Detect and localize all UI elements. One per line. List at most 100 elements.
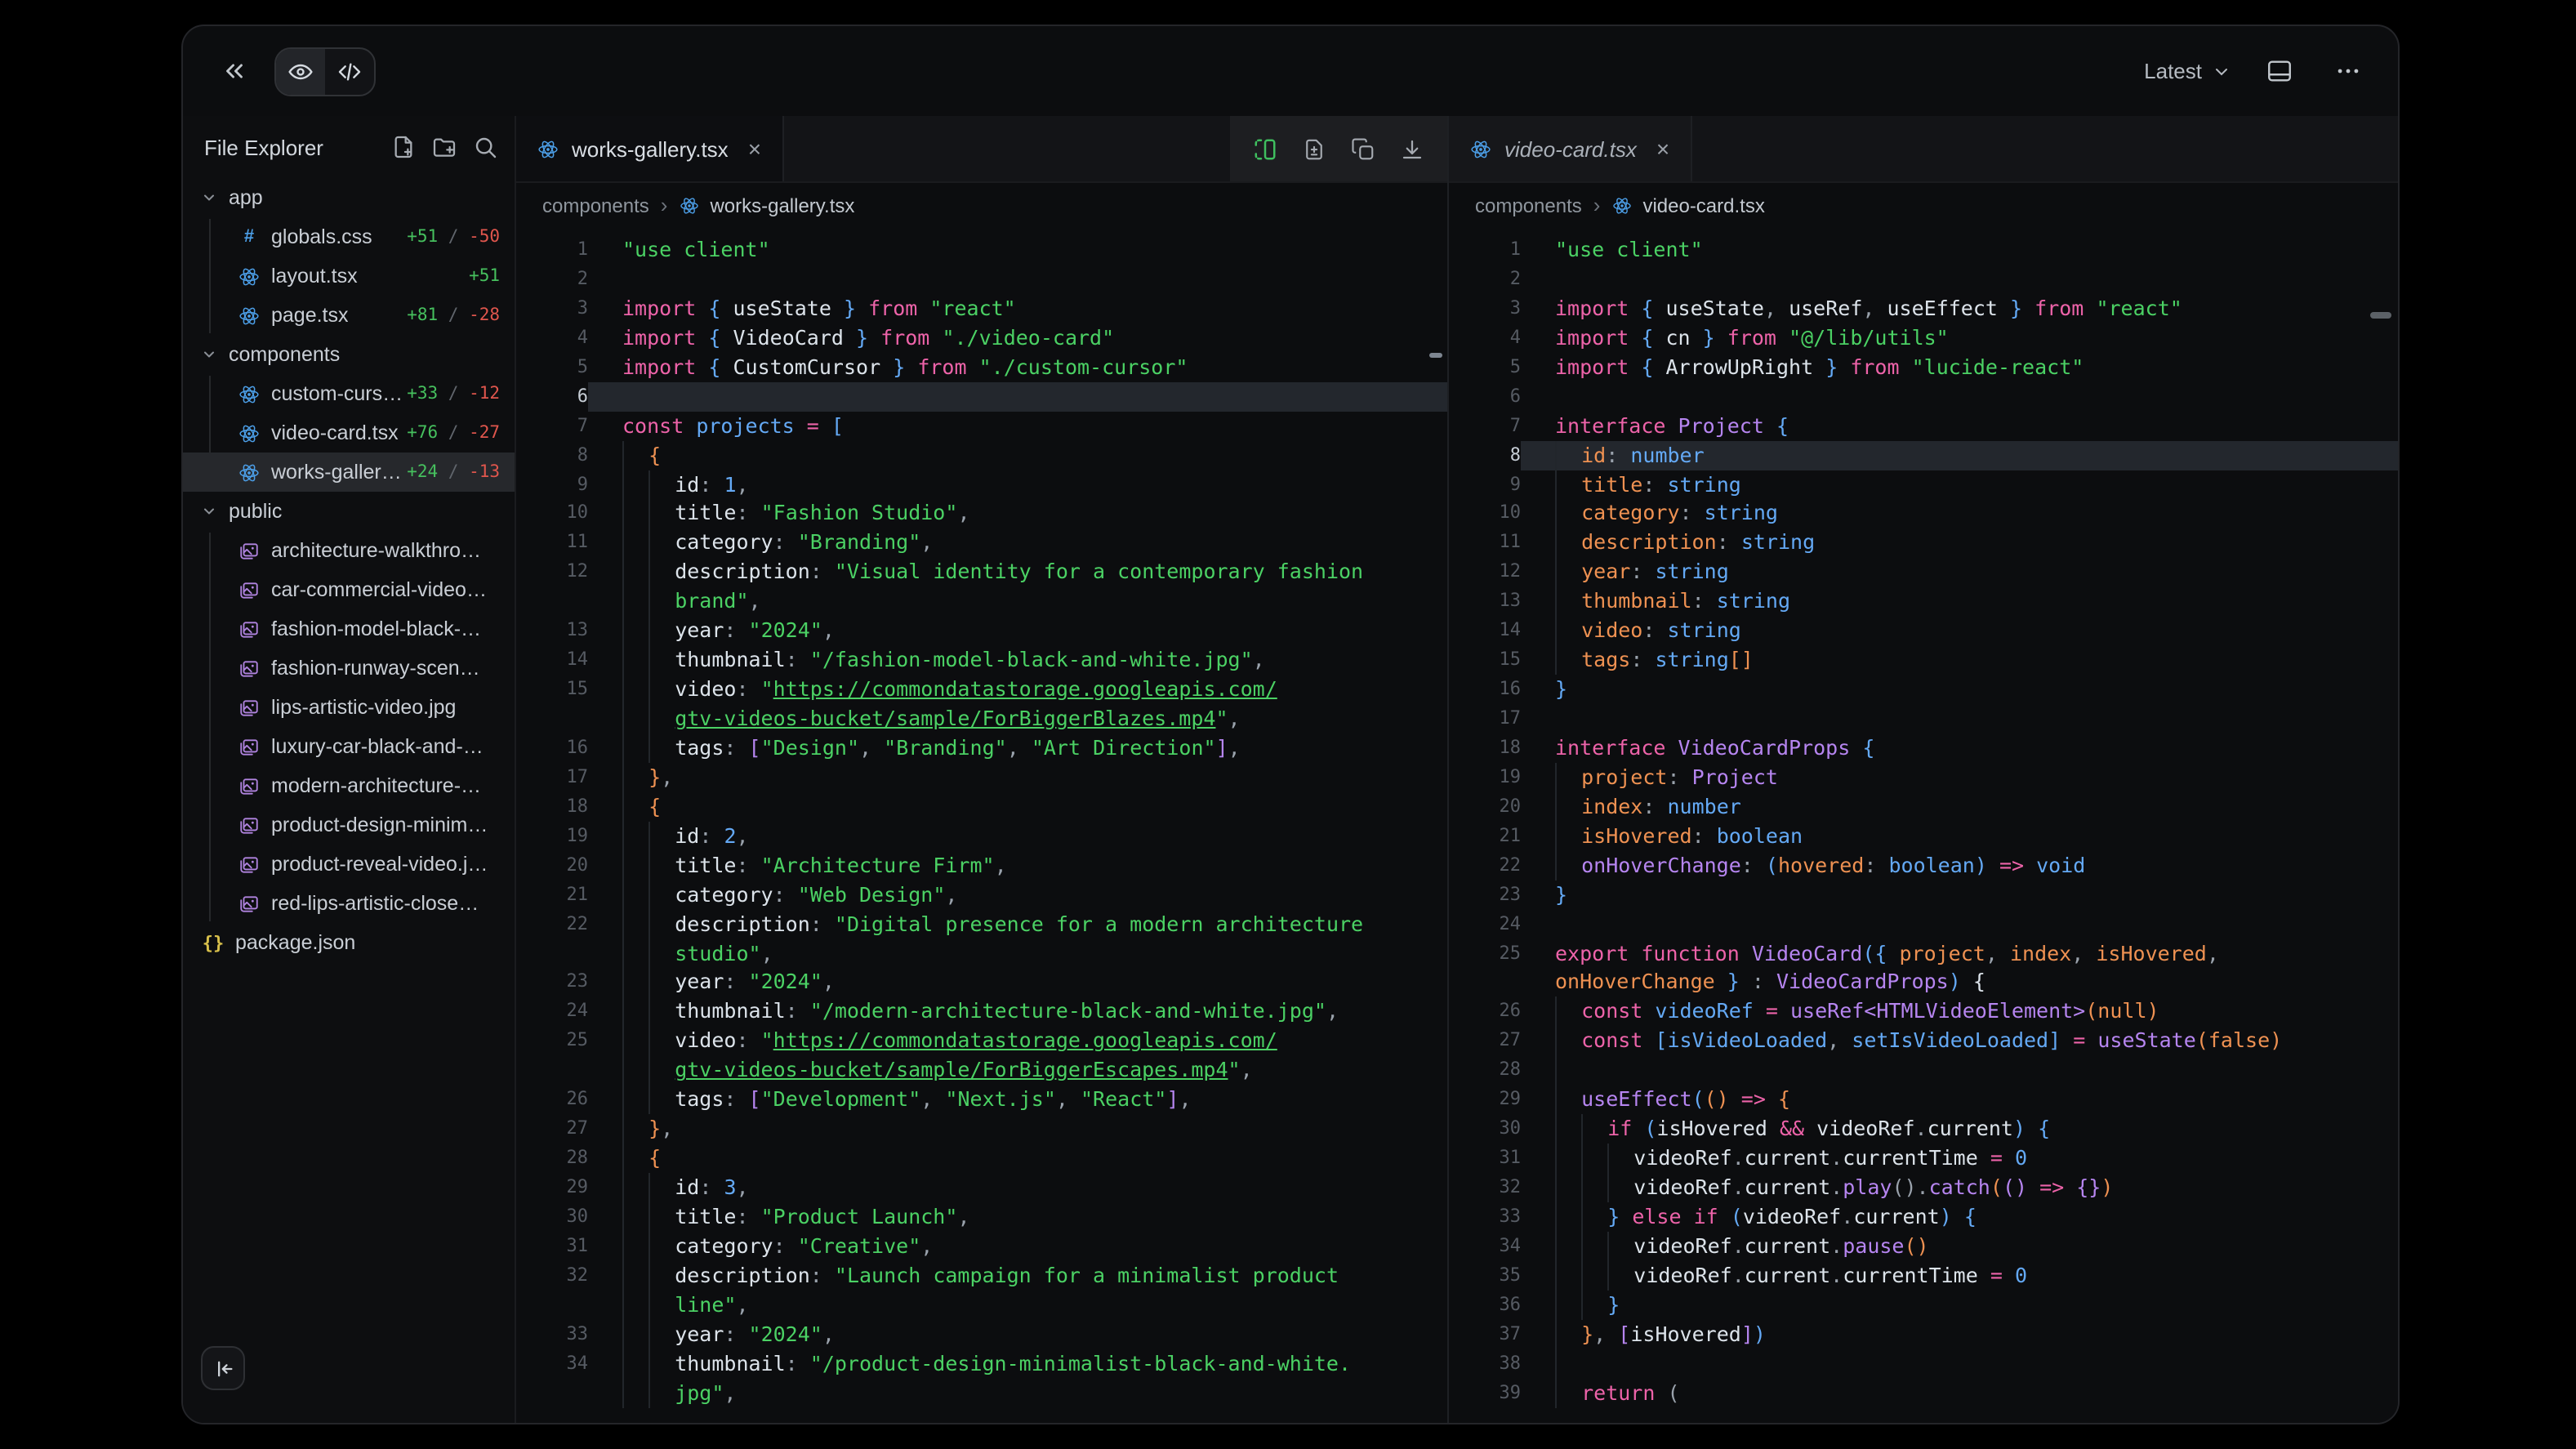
code-line[interactable]: 23} — [1449, 880, 2398, 909]
code-line[interactable]: 2 — [1449, 265, 2398, 294]
code-line[interactable]: 3import { useState, useRef, useEffect } … — [1449, 294, 2398, 323]
code-line-wrap[interactable]: gtv-videos-bucket/sample/ForBiggerEscape… — [516, 1056, 1447, 1086]
tree-folder-public[interactable]: public — [183, 492, 515, 531]
code-line[interactable]: 3import { useState } from "react" — [516, 294, 1447, 323]
code-line[interactable]: 23year: "2024", — [516, 968, 1447, 997]
close-tab-icon[interactable]: × — [1656, 136, 1669, 162]
tree-item-luxury-car-black-and--[interactable]: luxury-car-black-and-… — [183, 727, 515, 766]
code-line[interactable]: 31videoRef.current.currentTime = 0 — [1449, 1144, 2398, 1173]
tree-folder-app[interactable]: app — [183, 178, 515, 217]
code-line[interactable]: 33} else if (videoRef.current) { — [1449, 1202, 2398, 1232]
code-line[interactable]: 28{ — [516, 1144, 1447, 1173]
code-line[interactable]: 39return ( — [1449, 1378, 2398, 1407]
code-line[interactable]: 25export function VideoCard({ project, i… — [1449, 939, 2398, 968]
code-line[interactable]: 27const [isVideoLoaded, setIsVideoLoaded… — [1449, 1027, 2398, 1056]
code-line[interactable]: 13year: "2024", — [516, 616, 1447, 645]
code-line[interactable]: 7const projects = [ — [516, 411, 1447, 440]
download-icon[interactable] — [1400, 136, 1424, 161]
code-line[interactable]: 10category: string — [1449, 499, 2398, 528]
code-line[interactable]: 4import { VideoCard } from "./video-card… — [516, 323, 1447, 353]
breadcrumb-file[interactable]: video-card.tsx — [1642, 194, 1764, 216]
code-line[interactable]: 9title: string — [1449, 470, 2398, 499]
tree-item-car-commercial-video-[interactable]: car-commercial-video… — [183, 570, 515, 609]
code-line[interactable]: 14video: string — [1449, 616, 2398, 645]
code-line[interactable]: 16tags: ["Design", "Branding", "Art Dire… — [516, 733, 1447, 763]
breadcrumb-file[interactable]: works-gallery.tsx — [710, 194, 854, 216]
tree-item-video-card.tsx[interactable]: video-card.tsx+76 / -27 — [183, 413, 515, 453]
tree-item-fashion-runway-scen-[interactable]: fashion-runway-scen… — [183, 649, 515, 688]
tree-item-architecture-walkthro-[interactable]: architecture-walkthro… — [183, 531, 515, 570]
code-line[interactable]: 20index: number — [1449, 792, 2398, 822]
code-line[interactable]: 12year: string — [1449, 558, 2398, 587]
code-line[interactable]: 1"use client" — [516, 235, 1447, 265]
tree-item-layout.tsx[interactable]: layout.tsx+51 — [183, 256, 515, 296]
code-line[interactable]: 19project: Project — [1449, 763, 2398, 792]
code-line[interactable]: 27}, — [516, 1114, 1447, 1144]
code-line[interactable]: 26tags: ["Development", "Next.js", "Reac… — [516, 1085, 1447, 1114]
code-line[interactable]: 34videoRef.current.pause() — [1449, 1232, 2398, 1261]
code-line[interactable]: 18interface VideoCardProps { — [1449, 733, 2398, 763]
code-line[interactable]: 21isHovered: boolean — [1449, 822, 2398, 851]
code-line[interactable]: 22onHoverChange: (hovered: boolean) => v… — [1449, 850, 2398, 880]
code-line[interactable]: 2 — [516, 265, 1447, 294]
code-line-wrap[interactable]: onHoverChange } : VideoCardProps) { — [1449, 968, 2398, 997]
code-line[interactable]: 29useEffect(() => { — [1449, 1085, 2398, 1114]
code-line[interactable]: 29id: 3, — [516, 1173, 1447, 1202]
code-line[interactable]: 6 — [516, 381, 1447, 411]
new-file-icon[interactable] — [390, 134, 417, 160]
code-line[interactable]: 15video: "https://commondatastorage.goog… — [516, 675, 1447, 704]
file-diff-icon[interactable] — [1302, 136, 1326, 161]
breadcrumb-folder[interactable]: components — [542, 194, 649, 216]
code-line[interactable]: 7interface Project { — [1449, 411, 2398, 440]
panel-bottom-icon[interactable] — [2257, 50, 2300, 92]
tab-video-card[interactable]: video-card.tsx × — [1449, 116, 1692, 181]
tree-item-modern-architecture--[interactable]: modern-architecture-… — [183, 766, 515, 805]
tree-item-page.tsx[interactable]: page.tsx+81 / -28 — [183, 296, 515, 335]
code-line[interactable]: 14thumbnail: "/fashion-model-black-and-w… — [516, 645, 1447, 675]
tree-item-fashion-model-black--[interactable]: fashion-model-black-… — [183, 609, 515, 649]
code-line-wrap[interactable]: brand", — [516, 587, 1447, 617]
code-line[interactable]: 20title: "Architecture Firm", — [516, 850, 1447, 880]
code-line[interactable]: 15tags: string[] — [1449, 645, 2398, 675]
tree-item-package.json[interactable]: {}package.json — [183, 923, 515, 962]
code-line[interactable]: 32videoRef.current.play().catch(() => {}… — [1449, 1173, 2398, 1202]
code-line[interactable]: 17 — [1449, 704, 2398, 733]
code-line[interactable]: 11description: string — [1449, 528, 2398, 558]
code-line[interactable]: 37}, [isHovered]) — [1449, 1319, 2398, 1349]
search-icon[interactable] — [472, 134, 498, 160]
more-options-icon[interactable] — [2326, 50, 2369, 92]
tree-item-product-design-minim-[interactable]: product-design-minim… — [183, 805, 515, 845]
breadcrumb-folder[interactable]: components — [1475, 194, 1582, 216]
tree-item-product-reveal-video.j-[interactable]: product-reveal-video.j… — [183, 845, 515, 884]
code-line[interactable]: 18{ — [516, 792, 1447, 822]
tree-item-red-lips-artistic-close-[interactable]: red-lips-artistic-close… — [183, 884, 515, 923]
tree-item-lips-artistic-video.jpg[interactable]: lips-artistic-video.jpg — [183, 688, 515, 727]
code-line[interactable]: 17}, — [516, 763, 1447, 792]
code-line-wrap[interactable]: jpg", — [516, 1378, 1447, 1407]
code-line[interactable]: 22description: "Digital presence for a m… — [516, 909, 1447, 939]
new-folder-icon[interactable] — [431, 134, 457, 160]
code-line[interactable]: 9id: 1, — [516, 470, 1447, 499]
split-view-icon[interactable] — [1253, 136, 1277, 161]
version-dropdown[interactable]: Latest — [2144, 59, 2231, 83]
code-line[interactable]: 24thumbnail: "/modern-architecture-black… — [516, 997, 1447, 1027]
code-line[interactable]: 25video: "https://commondatastorage.goog… — [516, 1027, 1447, 1056]
code-line[interactable]: 21category: "Web Design", — [516, 880, 1447, 909]
code-line[interactable]: 30if (isHovered && videoRef.current) { — [1449, 1114, 2398, 1144]
code-line[interactable]: 38 — [1449, 1349, 2398, 1378]
code-line[interactable]: 19id: 2, — [516, 822, 1447, 851]
code-line[interactable]: 11category: "Branding", — [516, 528, 1447, 558]
code-line-wrap[interactable]: gtv-videos-bucket/sample/ForBiggerBlazes… — [516, 704, 1447, 733]
tab-works-gallery[interactable]: works-gallery.tsx × — [516, 116, 784, 181]
code-area-video-card[interactable]: 1"use client"23import { useState, useRef… — [1449, 227, 2398, 1423]
code-line[interactable]: 5import { ArrowUpRight } from "lucide-re… — [1449, 353, 2398, 382]
code-line[interactable]: 34thumbnail: "/product-design-minimalist… — [516, 1349, 1447, 1378]
code-view-button[interactable] — [325, 48, 374, 94]
code-line[interactable]: 8{ — [516, 440, 1447, 470]
code-line[interactable]: 10title: "Fashion Studio", — [516, 499, 1447, 528]
copy-icon[interactable] — [1351, 136, 1375, 161]
code-line-wrap[interactable]: studio", — [516, 939, 1447, 968]
code-line[interactable]: 5import { CustomCursor } from "./custom-… — [516, 353, 1447, 382]
code-line[interactable]: 1"use client" — [1449, 235, 2398, 265]
code-line[interactable]: 35videoRef.current.currentTime = 0 — [1449, 1261, 2398, 1291]
